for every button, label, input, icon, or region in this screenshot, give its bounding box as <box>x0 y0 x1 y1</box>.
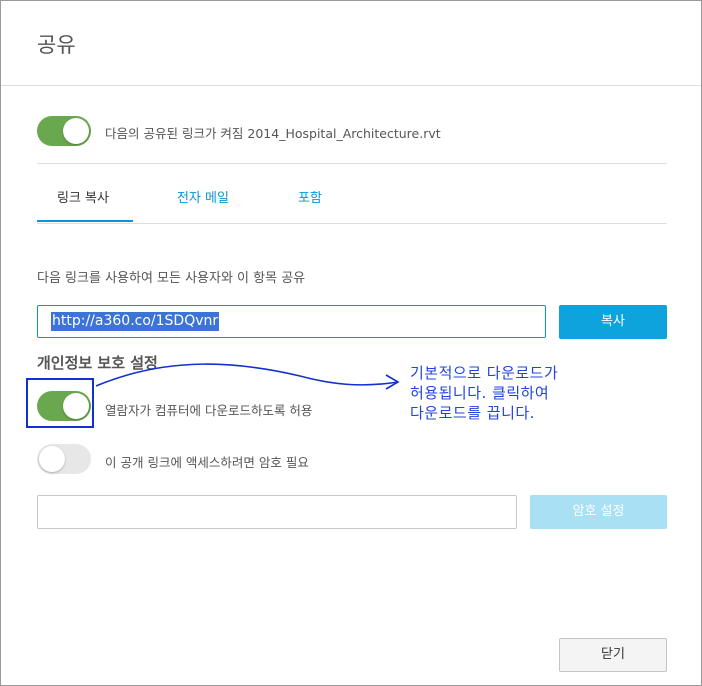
close-button[interactable]: 닫기 <box>559 638 667 672</box>
annotation-line: 기본적으로 다운로드가 <box>410 364 559 382</box>
tab-email[interactable]: 전자 메일 <box>177 187 229 206</box>
annotation-highlight-box <box>26 378 94 428</box>
allow-download-label: 열람자가 컴퓨터에 다운로드하도록 허용 <box>105 403 313 418</box>
copy-button[interactable]: 복사 <box>559 305 667 339</box>
annotation-line: 허용됩니다. 클릭하여 <box>410 384 550 402</box>
require-password-toggle[interactable] <box>37 444 91 474</box>
privacy-settings-title: 개인정보 보호 설정 <box>37 354 158 372</box>
section-divider <box>37 163 667 164</box>
tab-copy-link[interactable]: 링크 복사 <box>57 187 109 206</box>
set-password-button[interactable]: 암호 설정 <box>530 495 667 529</box>
annotation-line: 다운로드를 끕니다. <box>410 404 535 422</box>
annotation-note: 기본적으로 다운로드가 허용됩니다. 클릭하여 다운로드를 끕니다. <box>410 363 610 423</box>
tabs-divider <box>37 223 667 224</box>
password-field[interactable] <box>37 495 517 529</box>
share-link-label: 다음의 공유된 링크가 켜짐 2014_Hospital_Architectur… <box>105 126 441 141</box>
share-url-value: http://a360.co/1SDQvnr <box>51 312 220 331</box>
dialog-title: 공유 <box>37 33 76 57</box>
share-dialog: 공유 다음의 공유된 링크가 켜짐 2014_Hospital_Architec… <box>0 0 702 686</box>
share-url-field[interactable]: http://a360.co/1SDQvnr <box>37 305 546 338</box>
toggle-knob <box>39 446 65 472</box>
require-password-label: 이 공개 링크에 액세스하려면 암호 필요 <box>105 455 309 470</box>
title-divider <box>1 85 701 86</box>
toggle-knob <box>63 118 89 144</box>
active-tab-indicator <box>37 220 133 222</box>
link-instruction: 다음 링크를 사용하여 모든 사용자와 이 항목 공유 <box>37 271 306 286</box>
share-link-toggle[interactable] <box>37 116 91 146</box>
tab-embed[interactable]: 포함 <box>298 187 322 206</box>
